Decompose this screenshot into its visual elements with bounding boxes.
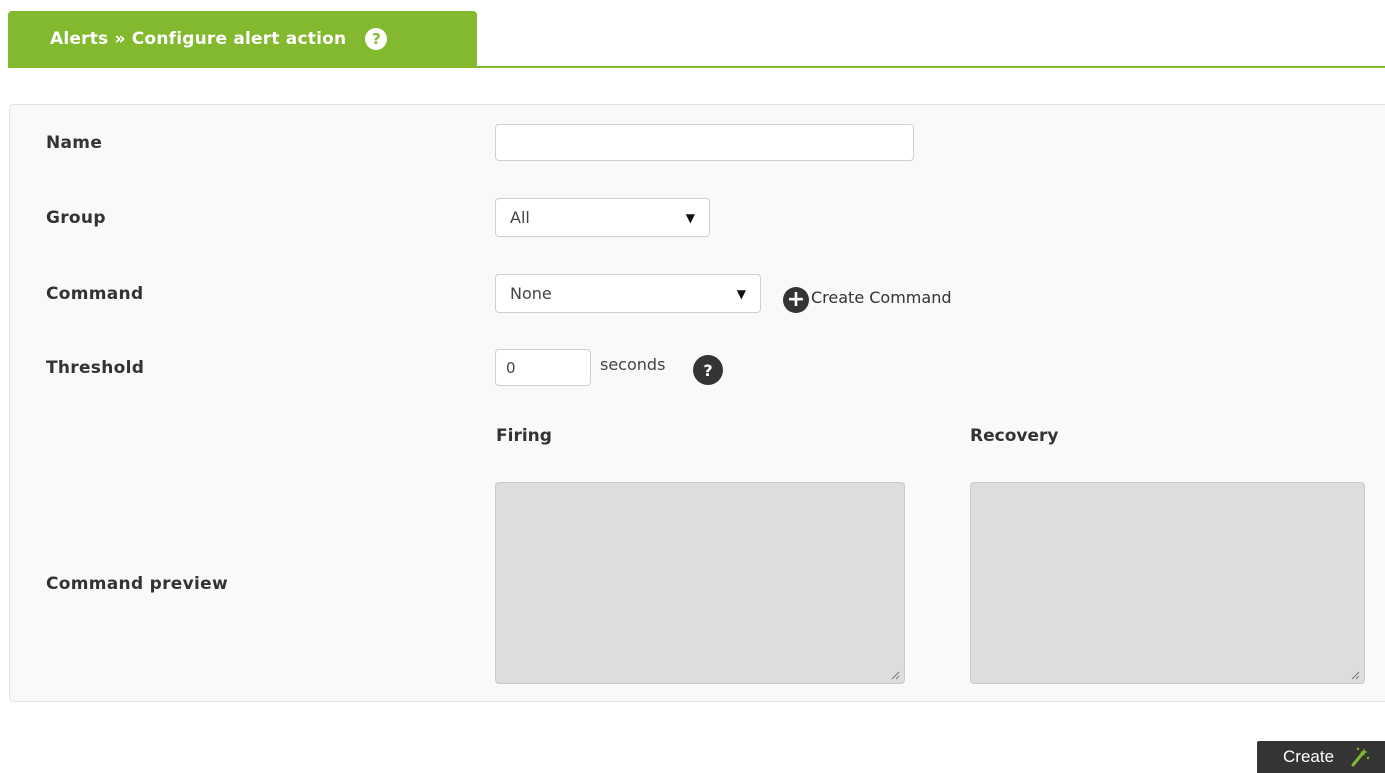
plus-circle-icon: + — [783, 287, 809, 313]
header-underline — [8, 66, 1385, 68]
help-circle-icon[interactable]: ? — [693, 355, 723, 385]
magic-wand-icon — [1351, 747, 1370, 767]
resize-grip-icon[interactable] — [1350, 670, 1360, 680]
configure-alert-action-page: Alerts » Configure alert action ? Name G… — [0, 0, 1385, 773]
command-select[interactable]: None ▼ — [495, 274, 761, 313]
resize-grip-icon[interactable] — [890, 670, 900, 680]
recovery-heading: Recovery — [970, 426, 1059, 446]
group-select[interactable]: All ▼ — [495, 198, 710, 237]
threshold-label: Threshold — [46, 358, 145, 378]
firing-heading: Firing — [496, 426, 552, 446]
chevron-down-icon: ▼ — [685, 210, 695, 225]
page-title: Alerts » Configure alert action — [50, 29, 347, 49]
group-label: Group — [46, 208, 106, 228]
threshold-input[interactable] — [495, 349, 591, 386]
chevron-down-icon: ▼ — [736, 286, 746, 301]
create-command-label: Create Command — [811, 287, 952, 307]
help-circle-icon[interactable]: ? — [365, 28, 388, 50]
header-tab: Alerts » Configure alert action ? — [8, 11, 477, 67]
command-label: Command — [46, 284, 144, 304]
name-input[interactable] — [495, 124, 914, 161]
command-selected-value: None — [510, 284, 552, 303]
name-label: Name — [46, 133, 103, 153]
create-command-link[interactable]: + Create Command — [783, 281, 951, 313]
firing-preview-textarea[interactable] — [495, 482, 905, 684]
create-button-label: Create — [1283, 747, 1335, 766]
create-button[interactable]: Create — [1257, 741, 1385, 773]
threshold-unit: seconds — [600, 355, 666, 374]
group-selected-value: All — [510, 208, 530, 227]
command-preview-label: Command preview — [46, 574, 228, 594]
recovery-preview-textarea[interactable] — [970, 482, 1365, 684]
